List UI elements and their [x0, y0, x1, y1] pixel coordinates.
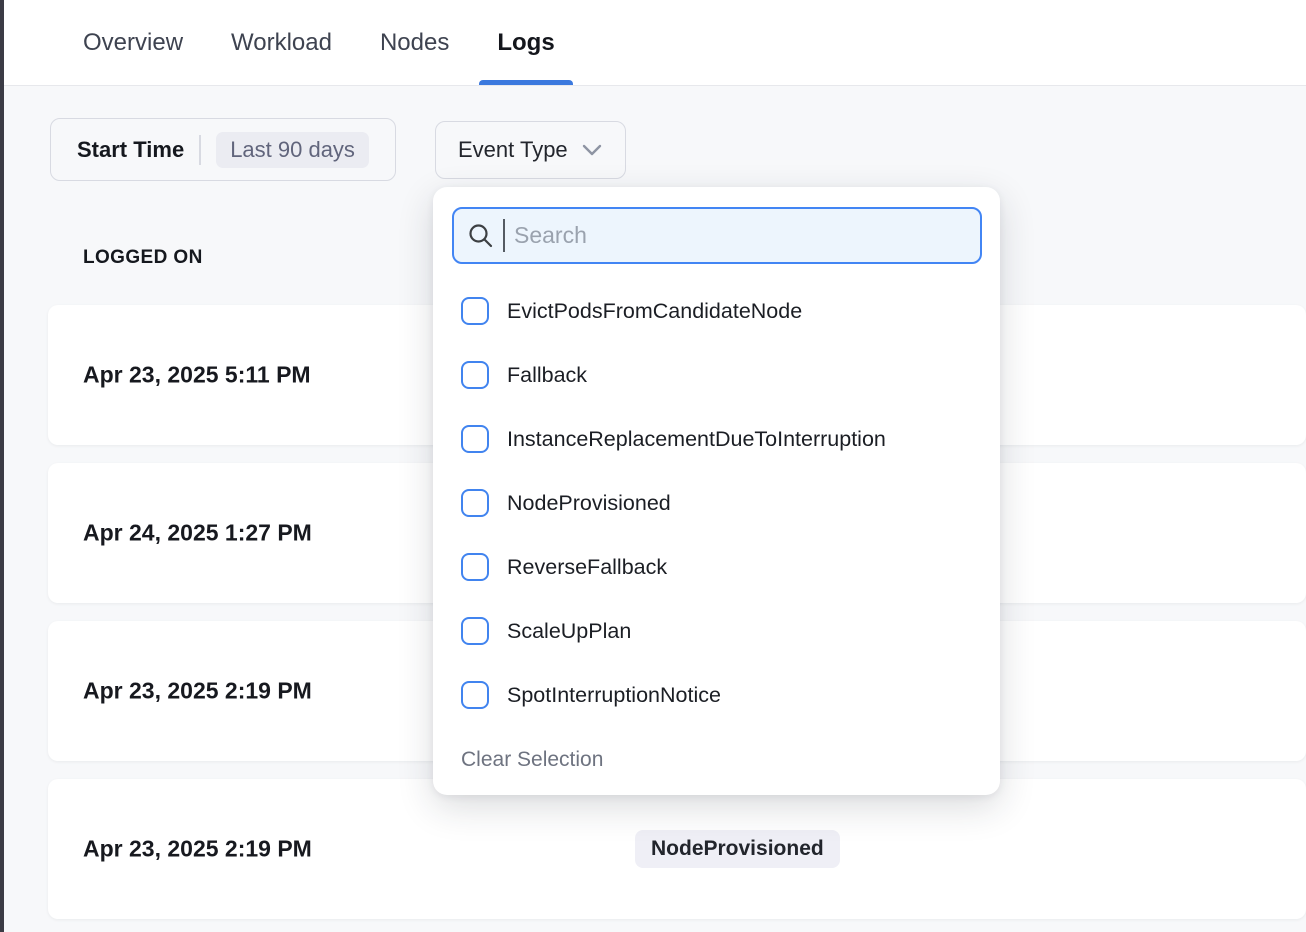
- tab-workload[interactable]: Workload: [231, 0, 332, 85]
- option-label: ReverseFallback: [507, 555, 667, 580]
- log-row-timestamp: Apr 23, 2025 5:11 PM: [83, 362, 311, 389]
- log-row-timestamp: Apr 23, 2025 2:19 PM: [83, 836, 312, 863]
- option-scaleupplan[interactable]: ScaleUpPlan: [461, 599, 980, 663]
- checkbox-icon[interactable]: [461, 553, 489, 581]
- tab-nodes[interactable]: Nodes: [380, 0, 449, 85]
- option-label: SpotInterruptionNotice: [507, 683, 721, 708]
- option-spotinterruptionnotice[interactable]: SpotInterruptionNotice: [461, 663, 980, 727]
- start-time-filter-value: Last 90 days: [216, 132, 369, 168]
- checkbox-icon[interactable]: [461, 425, 489, 453]
- tab-bar: Overview Workload Nodes Logs: [4, 0, 1306, 86]
- option-label: EvictPodsFromCandidateNode: [507, 299, 802, 324]
- filter-divider: [199, 135, 201, 165]
- option-reversefallback[interactable]: ReverseFallback: [461, 535, 980, 599]
- dropdown-search-input[interactable]: [514, 209, 967, 262]
- text-caret: [503, 219, 505, 252]
- checkbox-icon[interactable]: [461, 489, 489, 517]
- option-label: ScaleUpPlan: [507, 619, 631, 644]
- option-evictpodsfromcandidatenode[interactable]: EvictPodsFromCandidateNode: [461, 279, 980, 343]
- clear-selection-button[interactable]: Clear Selection: [461, 748, 603, 772]
- event-type-dropdown-panel: EvictPodsFromCandidateNode Fallback Inst…: [433, 187, 1000, 795]
- event-type-filter-label: Event Type: [458, 137, 568, 163]
- option-nodeprovisioned[interactable]: NodeProvisioned: [461, 471, 980, 535]
- option-label: NodeProvisioned: [507, 491, 671, 516]
- option-instancereplacementduetointerruption[interactable]: InstanceReplacementDueToInterruption: [461, 407, 980, 471]
- checkbox-icon[interactable]: [461, 681, 489, 709]
- event-type-option-list: EvictPodsFromCandidateNode Fallback Inst…: [461, 279, 980, 727]
- log-row-timestamp: Apr 24, 2025 1:27 PM: [83, 520, 312, 547]
- option-label: Fallback: [507, 363, 587, 388]
- checkbox-icon[interactable]: [461, 297, 489, 325]
- checkbox-icon[interactable]: [461, 617, 489, 645]
- event-type-filter-button[interactable]: Event Type: [435, 121, 626, 179]
- tab-overview-label: Overview: [83, 29, 183, 57]
- checkbox-icon[interactable]: [461, 361, 489, 389]
- tab-logs-label: Logs: [497, 29, 554, 57]
- log-row-timestamp: Apr 23, 2025 2:19 PM: [83, 678, 312, 705]
- chevron-down-icon: [581, 143, 603, 157]
- log-row: Apr 23, 2025 2:19 PM NodeProvisioned: [48, 779, 1306, 919]
- window-left-edge: [0, 0, 4, 932]
- active-tab-indicator: [479, 80, 572, 85]
- dropdown-search-box[interactable]: [452, 207, 982, 264]
- magnifier-icon: [467, 222, 494, 249]
- tab-workload-label: Workload: [231, 29, 332, 57]
- tab-list: Overview Workload Nodes Logs: [83, 0, 555, 85]
- tab-nodes-label: Nodes: [380, 29, 449, 57]
- tab-overview[interactable]: Overview: [83, 0, 183, 85]
- option-label: InstanceReplacementDueToInterruption: [507, 427, 886, 452]
- start-time-filter-button[interactable]: Start Time Last 90 days: [50, 118, 396, 181]
- event-type-badge: NodeProvisioned: [635, 830, 840, 868]
- tab-logs[interactable]: Logs: [497, 0, 554, 85]
- option-fallback[interactable]: Fallback: [461, 343, 980, 407]
- logged-on-column-header: LOGGED ON: [83, 247, 203, 269]
- start-time-filter-label: Start Time: [77, 137, 184, 163]
